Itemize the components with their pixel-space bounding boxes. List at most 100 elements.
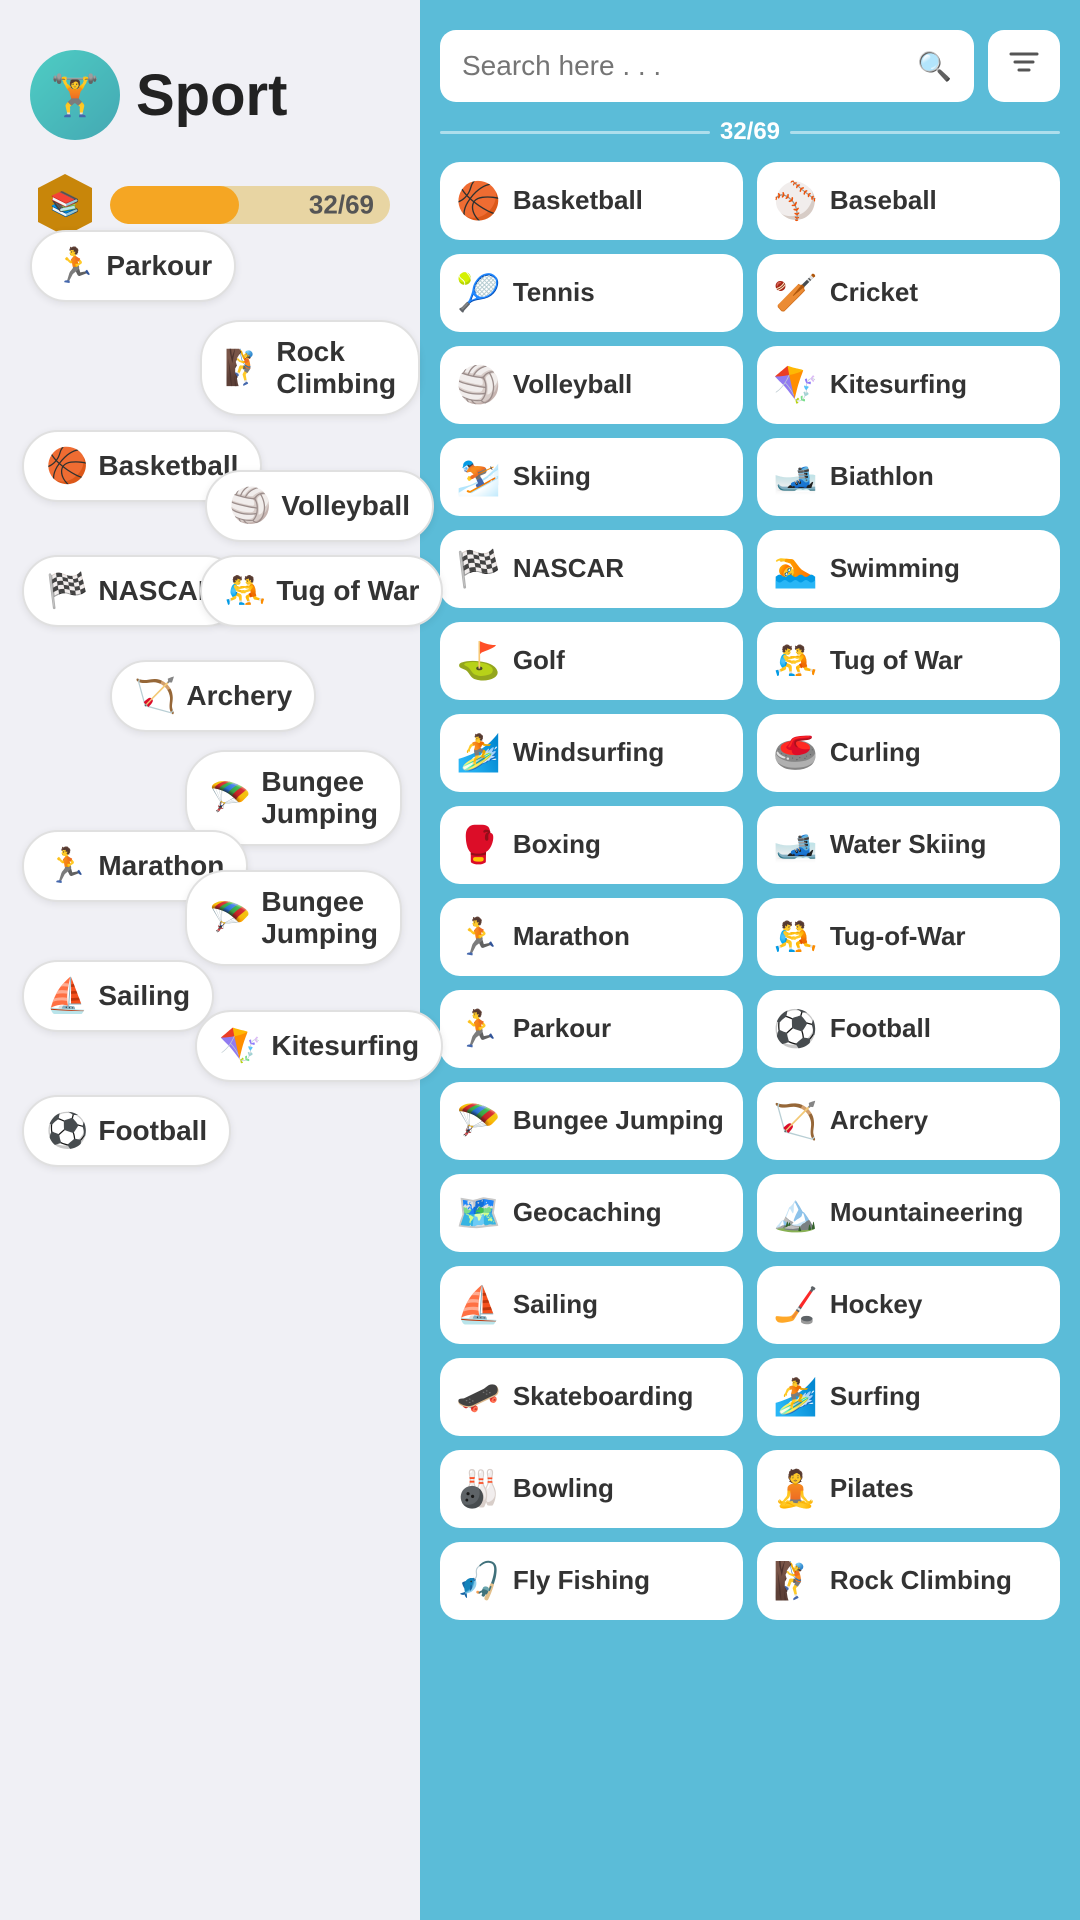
- card-emoji-parkour: 🏃: [456, 1008, 501, 1050]
- sport-card-hockey[interactable]: 🏒 Hockey: [757, 1266, 1060, 1344]
- card-label-surfing: Surfing: [830, 1381, 921, 1412]
- parkour-label: Parkour: [106, 250, 212, 282]
- card-label-windsurfing: Windsurfing: [513, 737, 664, 768]
- sport-card-golf[interactable]: ⛳ Golf: [440, 622, 743, 700]
- card-emoji-nascar: 🏁: [456, 548, 501, 590]
- card-emoji-basketball: 🏀: [456, 180, 501, 222]
- card-emoji-pilates: 🧘: [773, 1468, 818, 1510]
- sport-card-tug-of-war[interactable]: 🤼 Tug of War: [757, 622, 1060, 700]
- sport-card-curling[interactable]: 🥌 Curling: [757, 714, 1060, 792]
- scatter-kitesurfing[interactable]: 🪁 Kitesurfing: [195, 1010, 443, 1082]
- svg-text:📚: 📚: [50, 191, 80, 218]
- scatter-football[interactable]: ⚽ Football: [22, 1095, 231, 1167]
- progress-line-left: [440, 131, 710, 134]
- search-input[interactable]: [462, 50, 907, 82]
- sport-card-pilates[interactable]: 🧘 Pilates: [757, 1450, 1060, 1528]
- card-label-pilates: Pilates: [830, 1473, 914, 1504]
- sport-card-baseball[interactable]: ⚾ Baseball: [757, 162, 1060, 240]
- sport-card-mountaineering[interactable]: 🏔️ Mountaineering: [757, 1174, 1060, 1252]
- sport-card-basketball[interactable]: 🏀 Basketball: [440, 162, 743, 240]
- card-label-curling: Curling: [830, 737, 921, 768]
- sport-card-skateboarding[interactable]: 🛹 Skateboarding: [440, 1358, 743, 1436]
- marathon-emoji: 🏃: [46, 846, 88, 886]
- card-emoji-biathlon: 🎿: [773, 456, 818, 498]
- sport-card-bungee-jumping[interactable]: 🪂 Bungee Jumping: [440, 1082, 743, 1160]
- search-icon[interactable]: 🔍: [917, 50, 952, 83]
- card-emoji-marathon: 🏃: [456, 916, 501, 958]
- card-label-volleyball: Volleyball: [513, 369, 632, 400]
- progress-fill: [110, 186, 239, 224]
- sport-card-volleyball[interactable]: 🏐 Volleyball: [440, 346, 743, 424]
- sport-card-sailing[interactable]: ⛵ Sailing: [440, 1266, 743, 1344]
- sport-card-skiing[interactable]: ⛷️ Skiing: [440, 438, 743, 516]
- card-emoji-skateboarding: 🛹: [456, 1376, 501, 1418]
- card-label-basketball: Basketball: [513, 185, 643, 216]
- card-label-parkour: Parkour: [513, 1013, 611, 1044]
- sport-card-water-skiing[interactable]: 🎿 Water Skiing: [757, 806, 1060, 884]
- card-emoji-rock-climbing: 🧗: [773, 1560, 818, 1602]
- card-emoji-golf: ⛳: [456, 640, 501, 682]
- scatter-bungee-2[interactable]: 🪂 BungeeJumping: [185, 870, 402, 966]
- sailing-emoji: ⛵: [46, 976, 88, 1016]
- card-label-water-skiing: Water Skiing: [830, 829, 987, 860]
- card-emoji-mountaineering: 🏔️: [773, 1192, 818, 1234]
- sport-card-marathon[interactable]: 🏃 Marathon: [440, 898, 743, 976]
- card-emoji-archery: 🏹: [773, 1100, 818, 1142]
- grid-progress: 32/69: [720, 118, 780, 146]
- sport-card-surfing[interactable]: 🏄 Surfing: [757, 1358, 1060, 1436]
- app-title: Sport: [136, 62, 287, 129]
- left-panel: 🏋️ Sport 📚 32/69 🏃 Parkour 🧗 RockClimbin…: [0, 0, 420, 1920]
- progress-indicator: 32/69: [440, 118, 1060, 146]
- sport-card-tug-of-war-2[interactable]: 🤼 Tug-of-War: [757, 898, 1060, 976]
- scatter-archery[interactable]: 🏹 Archery: [110, 660, 316, 732]
- sport-card-parkour[interactable]: 🏃 Parkour: [440, 990, 743, 1068]
- card-emoji-kitesurfing: 🪁: [773, 364, 818, 406]
- sport-card-kitesurfing[interactable]: 🪁 Kitesurfing: [757, 346, 1060, 424]
- rock-climbing-emoji: 🧗: [224, 348, 266, 388]
- sport-card-rock-climbing[interactable]: 🧗 Rock Climbing: [757, 1542, 1060, 1620]
- grid-scroll[interactable]: 🏀 Basketball ⚾ Baseball 🎾 Tennis 🏏 Crick…: [440, 162, 1060, 1900]
- card-label-nascar: NASCAR: [513, 553, 624, 584]
- sport-card-tennis[interactable]: 🎾 Tennis: [440, 254, 743, 332]
- app-header: 🏋️ Sport: [0, 0, 420, 160]
- sport-card-boxing[interactable]: 🥊 Boxing: [440, 806, 743, 884]
- scatter-parkour[interactable]: 🏃 Parkour: [30, 230, 236, 302]
- sport-card-geocaching[interactable]: 🗺️ Geocaching: [440, 1174, 743, 1252]
- card-label-cricket: Cricket: [830, 277, 918, 308]
- card-label-baseball: Baseball: [830, 185, 937, 216]
- football-emoji: ⚽: [46, 1111, 88, 1151]
- sport-card-bowling[interactable]: 🎳 Bowling: [440, 1450, 743, 1528]
- sport-grid: 🏀 Basketball ⚾ Baseball 🎾 Tennis 🏏 Crick…: [440, 162, 1060, 1620]
- progress-label: 32/69: [309, 190, 374, 221]
- sport-card-football[interactable]: ⚽ Football: [757, 990, 1060, 1068]
- card-emoji-bungee-jumping: 🪂: [456, 1100, 501, 1142]
- sport-card-fly-fishing[interactable]: 🎣 Fly Fishing: [440, 1542, 743, 1620]
- card-label-biathlon: Biathlon: [830, 461, 934, 492]
- sport-card-nascar[interactable]: 🏁 NASCAR: [440, 530, 743, 608]
- scatter-tug-of-war[interactable]: 🤼 Tug of War: [200, 555, 443, 627]
- card-label-skiing: Skiing: [513, 461, 591, 492]
- progress-bar: 32/69: [110, 186, 390, 224]
- scatter-rock-climbing[interactable]: 🧗 RockClimbing: [200, 320, 420, 416]
- sport-card-windsurfing[interactable]: 🏄 Windsurfing: [440, 714, 743, 792]
- card-emoji-geocaching: 🗺️: [456, 1192, 501, 1234]
- tug-of-war-label: Tug of War: [276, 575, 419, 607]
- card-label-boxing: Boxing: [513, 829, 601, 860]
- sport-card-biathlon[interactable]: 🎿 Biathlon: [757, 438, 1060, 516]
- football-label: Football: [98, 1115, 207, 1147]
- card-emoji-windsurfing: 🏄: [456, 732, 501, 774]
- sport-card-cricket[interactable]: 🏏 Cricket: [757, 254, 1060, 332]
- filter-button[interactable]: [988, 30, 1060, 102]
- card-emoji-surfing: 🏄: [773, 1376, 818, 1418]
- scatter-volleyball[interactable]: 🏐 Volleyball: [205, 470, 434, 542]
- card-emoji-skiing: ⛷️: [456, 456, 501, 498]
- card-label-marathon: Marathon: [513, 921, 630, 952]
- card-label-skateboarding: Skateboarding: [513, 1381, 694, 1412]
- sport-card-swimming[interactable]: 🏊 Swimming: [757, 530, 1060, 608]
- search-box[interactable]: 🔍: [440, 30, 974, 102]
- card-emoji-bowling: 🎳: [456, 1468, 501, 1510]
- kitesurfing-emoji: 🪁: [219, 1026, 261, 1066]
- sport-card-archery[interactable]: 🏹 Archery: [757, 1082, 1060, 1160]
- scatter-sailing[interactable]: ⛵ Sailing: [22, 960, 214, 1032]
- card-label-swimming: Swimming: [830, 553, 960, 584]
